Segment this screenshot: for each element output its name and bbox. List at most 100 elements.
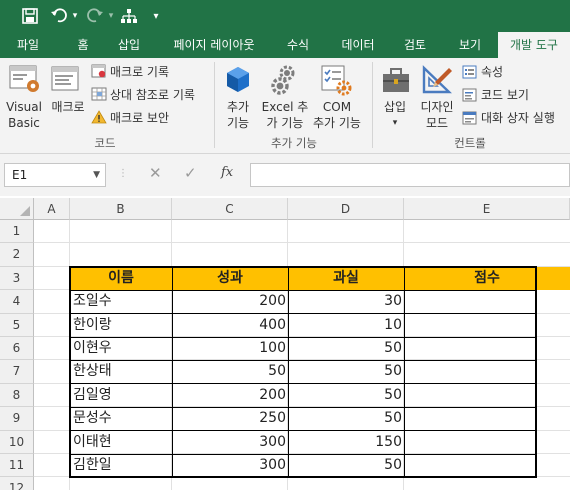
tab-formulas[interactable]: 수식 (276, 32, 320, 58)
name-box-dropdown-icon[interactable]: ▼ (93, 164, 100, 186)
table-header-cell[interactable]: 성과 (172, 266, 288, 291)
column-header-a[interactable]: A (34, 198, 70, 220)
row-header-1[interactable]: 1 (0, 220, 34, 244)
save-icon[interactable] (20, 0, 40, 32)
row-header-5[interactable]: 5 (0, 313, 34, 337)
name-cell[interactable]: 한이랑 (70, 314, 172, 337)
table-border (535, 265, 537, 479)
fault-cell[interactable]: 50 (288, 337, 404, 360)
table-border (70, 383, 537, 385)
row-header-11[interactable]: 11 (0, 454, 34, 478)
performance-cell[interactable]: 200 (172, 290, 288, 313)
tab-home[interactable]: 홈 (60, 32, 106, 58)
insert-control-dropdown-icon: ▾ (392, 118, 398, 128)
fault-cell[interactable]: 50 (288, 407, 404, 430)
spreadsheet-grid[interactable]: A B C D E 1 2 3 4 5 6 7 8 9 10 11 12 이름 성과 과실 점수 조일수 200 30 한이랑 4… (0, 198, 570, 490)
cancel-icon[interactable]: ✕ (149, 164, 162, 182)
tab-review[interactable]: 검토 (392, 32, 438, 58)
formula-input[interactable] (250, 163, 570, 187)
performance-cell[interactable]: 300 (172, 454, 288, 477)
row-header-4[interactable]: 4 (0, 290, 34, 314)
name-cell[interactable]: 한상태 (70, 360, 172, 383)
run-dialog-label: 대화 상자 실행 (481, 111, 555, 125)
com-addins-label-2: 추가 기능 (313, 116, 361, 130)
table-border (70, 289, 537, 291)
tab-view[interactable]: 보기 (446, 32, 494, 58)
tab-developer[interactable]: 개발 도구 (498, 32, 570, 58)
table-border (287, 265, 289, 479)
row-header-9[interactable]: 9 (0, 407, 34, 431)
score-cell[interactable] (404, 431, 570, 454)
performance-cell[interactable]: 50 (172, 360, 288, 383)
fault-cell[interactable]: 50 (288, 384, 404, 407)
column-header-d[interactable]: D (288, 198, 404, 220)
undo-icon[interactable] (48, 0, 70, 32)
score-cell[interactable] (404, 360, 570, 383)
insert-function-icon[interactable]: fx (221, 165, 233, 180)
properties-label: 속성 (481, 65, 504, 79)
performance-cell[interactable]: 200 (172, 384, 288, 407)
name-cell[interactable]: 김한일 (70, 454, 172, 477)
enter-icon[interactable]: ✓ (184, 164, 197, 182)
row-header-12[interactable]: 12 (0, 477, 34, 490)
visual-basic-label-2: Basic (8, 116, 40, 130)
table-header-cell[interactable]: 점수 (404, 266, 570, 291)
fault-cell[interactable]: 50 (288, 360, 404, 383)
score-cell[interactable] (404, 407, 570, 430)
visual-basic-icon (9, 64, 41, 97)
redo-dropdown-icon[interactable]: ▾ (106, 0, 116, 32)
tab-insert[interactable]: 삽입 (106, 32, 152, 58)
score-cell[interactable] (404, 337, 570, 360)
table-header-cell[interactable]: 과실 (288, 266, 404, 291)
table-border (69, 265, 71, 479)
row-header-10[interactable]: 10 (0, 430, 34, 454)
design-mode-label-1: 디자인 (420, 100, 454, 114)
insert-control-label: 삽입 (383, 100, 407, 114)
group-separator (214, 62, 215, 148)
macro-security-label: 매크로 보안 (110, 111, 170, 125)
score-cell[interactable] (404, 314, 570, 337)
table-border (70, 336, 537, 338)
com-addins-label-1: COM (322, 100, 352, 114)
score-cell[interactable] (404, 454, 570, 477)
row-header-6[interactable]: 6 (0, 337, 34, 361)
com-addins-icon (320, 64, 352, 99)
row-header-7[interactable]: 7 (0, 360, 34, 384)
name-cell[interactable]: 이현우 (70, 337, 172, 360)
row-header-8[interactable]: 8 (0, 383, 34, 408)
group-separator (372, 62, 373, 148)
undo-dropdown-icon[interactable]: ▾ (70, 0, 80, 32)
tab-page-layout[interactable]: 페이지 레이아웃 (160, 32, 268, 58)
performance-cell[interactable]: 100 (172, 337, 288, 360)
performance-cell[interactable]: 400 (172, 314, 288, 337)
tab-data[interactable]: 데이터 (332, 32, 384, 58)
column-header-e[interactable]: E (404, 198, 570, 220)
row-header-2[interactable]: 2 (0, 243, 34, 267)
fault-cell[interactable]: 50 (288, 454, 404, 477)
structure-icon[interactable] (118, 0, 140, 32)
name-cell[interactable]: 김일영 (70, 384, 172, 407)
formula-bar-grip-icon: ⋮ (118, 168, 128, 179)
fault-cell[interactable]: 150 (288, 431, 404, 454)
column-header-c[interactable]: C (172, 198, 288, 220)
redo-icon[interactable] (84, 0, 106, 32)
table-header-cell[interactable]: 이름 (70, 266, 172, 291)
fault-cell[interactable]: 30 (288, 290, 404, 313)
name-cell[interactable]: 문성수 (70, 407, 172, 430)
name-box-value: E1 (12, 168, 28, 182)
name-box[interactable]: E1 ▼ (4, 163, 106, 187)
score-cell[interactable] (404, 384, 570, 407)
column-header-b[interactable]: B (70, 198, 172, 220)
formula-bar: E1 ▼ ⋮ ✕ ✓ fx (0, 154, 570, 196)
score-cell[interactable] (404, 290, 570, 313)
name-cell[interactable]: 이태현 (70, 431, 172, 454)
customize-dropdown-icon[interactable]: ▾ (150, 0, 162, 32)
performance-cell[interactable]: 250 (172, 407, 288, 430)
fault-cell[interactable]: 10 (288, 314, 404, 337)
view-code-icon (462, 88, 477, 105)
select-all-button[interactable] (0, 198, 34, 220)
row-header-3[interactable]: 3 (0, 266, 34, 291)
performance-cell[interactable]: 300 (172, 431, 288, 454)
tab-file[interactable]: 파일 (2, 32, 54, 58)
name-cell[interactable]: 조일수 (70, 290, 172, 313)
